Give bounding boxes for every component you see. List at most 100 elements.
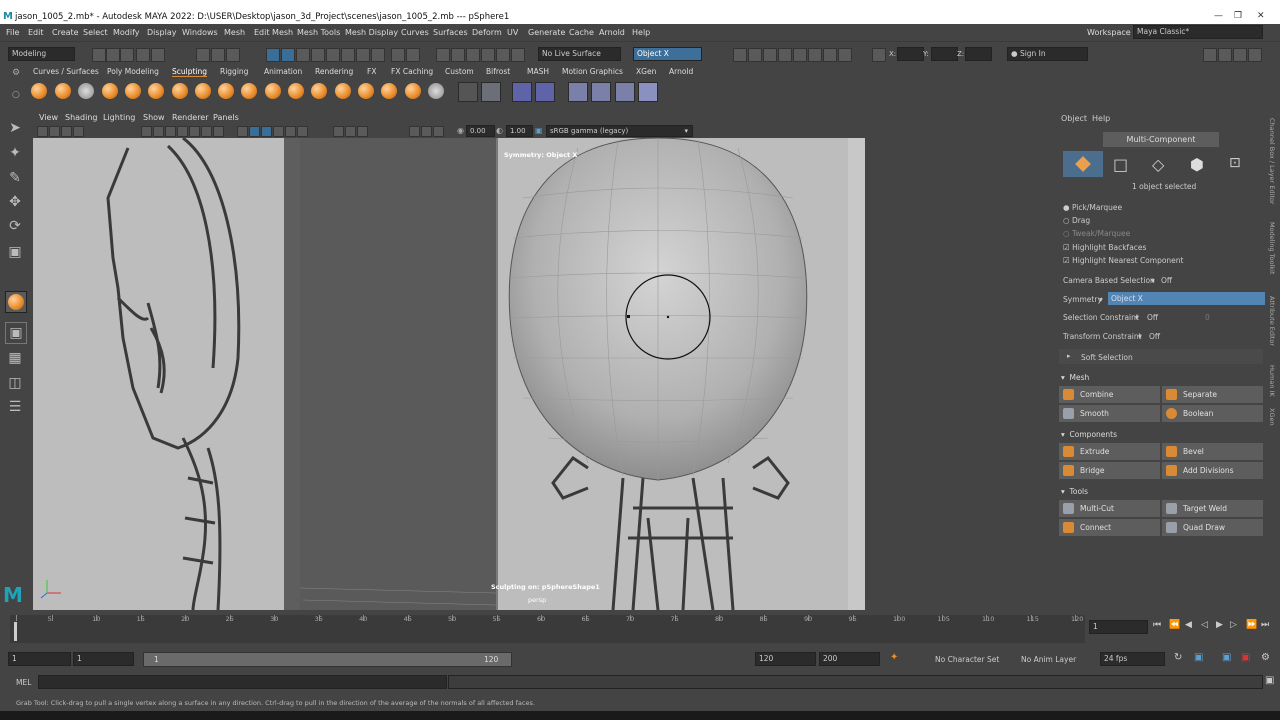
menu-display[interactable]: Display <box>147 28 177 37</box>
end-time-field[interactable]: 200 <box>819 652 880 666</box>
gate-mask-icon[interactable] <box>177 126 188 137</box>
drag-option[interactable]: ○ Drag <box>1063 216 1090 225</box>
restore-button[interactable]: ❐ <box>1234 11 1242 21</box>
grid-toggle-icon[interactable] <box>141 126 152 137</box>
exposure-field[interactable]: 0.00 <box>466 125 495 137</box>
menu-windows[interactable]: Windows <box>182 28 218 37</box>
render-view-icon[interactable] <box>733 48 747 62</box>
highlight-icon[interactable] <box>406 48 420 62</box>
mt-menu-object[interactable]: Object <box>1061 114 1087 123</box>
wireframe-on-shaded-icon[interactable] <box>261 126 272 137</box>
wireframe-icon[interactable] <box>237 126 248 137</box>
close-button[interactable]: ✕ <box>1257 11 1265 21</box>
freeze-tool-icon[interactable] <box>428 83 444 99</box>
ambient-occlusion-icon[interactable] <box>333 126 344 137</box>
stamp-icon[interactable] <box>638 82 658 102</box>
symmetry-value-field[interactable]: Object X <box>1108 292 1266 305</box>
symmetry-dropdown[interactable]: Object X <box>633 47 702 61</box>
combine-button[interactable]: Combine <box>1059 386 1160 403</box>
selection-constraint-value[interactable]: Off <box>1147 313 1158 322</box>
shelf-tab-sculpting[interactable]: Sculpting <box>172 67 208 77</box>
add-divisions-button[interactable]: Add Divisions <box>1162 462 1263 479</box>
uv-mode-icon[interactable]: ⊡ <box>1229 155 1241 171</box>
convert-to-frozen-icon[interactable] <box>458 82 478 102</box>
lock-icon[interactable] <box>391 48 405 62</box>
symmetry-dropdown-icon[interactable]: ▾ <box>1099 295 1103 304</box>
xray-icon[interactable] <box>421 126 432 137</box>
shelf-tab-rendering[interactable]: Rendering <box>315 67 353 76</box>
new-scene-icon[interactable] <box>92 48 106 62</box>
select-uv-icon[interactable] <box>311 48 325 62</box>
boolean-button[interactable]: Boolean <box>1162 405 1263 422</box>
color-management-icon[interactable]: ▣ <box>535 126 543 135</box>
select-surface-icon[interactable] <box>356 48 370 62</box>
menu-mesh-tools[interactable]: Mesh Tools <box>297 28 340 37</box>
play-backward-icon[interactable]: ◁ <box>1201 620 1208 630</box>
shelf-tab-bifrost[interactable]: Bifrost <box>486 67 510 76</box>
bookmark-icon[interactable] <box>61 126 72 137</box>
vp-menu-view[interactable]: View <box>39 113 58 122</box>
color-space-dropdown[interactable]: sRGB gamma (legacy) ▾ <box>546 125 693 137</box>
vp-menu-panels[interactable]: Panels <box>213 113 239 122</box>
tool-settings-icon[interactable] <box>1233 48 1247 62</box>
shelf-tab-custom[interactable]: Custom <box>445 67 474 76</box>
safe-action-icon[interactable] <box>201 126 212 137</box>
lasso-tool-icon[interactable]: ✦ <box>5 143 25 163</box>
hypershade-icon[interactable] <box>793 48 807 62</box>
shelf-tab-motion-graphics[interactable]: Motion Graphics <box>562 67 623 76</box>
select-object-icon[interactable] <box>211 48 225 62</box>
transform-constraint-value[interactable]: Off <box>1149 332 1160 341</box>
paint-weights-icon[interactable] <box>568 82 588 102</box>
viewport-persp[interactable]: Symmetry: Object X Sculpting on: pSphere… <box>33 138 1050 610</box>
image-plane-icon[interactable] <box>73 126 84 137</box>
sound-icon[interactable]: ▣ <box>1194 652 1203 663</box>
shelf-tab-fx[interactable]: FX <box>367 67 376 76</box>
attribute-editor-icon[interactable] <box>1218 48 1232 62</box>
minimize-button[interactable]: — <box>1214 11 1223 21</box>
tools-section-header[interactable]: ▾ Tools <box>1061 487 1088 496</box>
snap-grid-icon[interactable] <box>436 48 450 62</box>
y-field[interactable] <box>931 47 958 61</box>
mode-dropdown[interactable]: Modeling <box>8 47 75 61</box>
mask-icon[interactable] <box>481 82 501 102</box>
transform-input-icon[interactable] <box>872 48 886 62</box>
camera-based-dropdown-icon[interactable]: ▾ <box>1151 276 1155 285</box>
shelf-tab-xgen[interactable]: XGen <box>636 67 656 76</box>
pause-icon[interactable] <box>838 48 852 62</box>
rotate-tool-icon[interactable]: ⟳ <box>5 216 25 236</box>
playback-end-field[interactable]: 120 <box>755 652 816 666</box>
sign-in-dropdown[interactable]: ● Sign In <box>1007 47 1088 61</box>
amplify-tool-icon[interactable] <box>405 83 421 99</box>
multi-component-button[interactable]: Multi-Component <box>1103 132 1219 147</box>
face-mode-icon[interactable]: ⬢ <box>1190 155 1204 174</box>
fps-dropdown[interactable]: 24 fps <box>1100 652 1165 666</box>
soft-selection-header[interactable]: ▸ Soft Selection <box>1059 349 1263 364</box>
menu-mesh[interactable]: Mesh <box>224 28 245 37</box>
textured-icon[interactable] <box>273 126 284 137</box>
vertex-mode-icon[interactable]: □ <box>1113 155 1128 174</box>
shelf-tab-poly-modeling[interactable]: Poly Modeling <box>107 67 159 76</box>
redo-icon[interactable] <box>151 48 165 62</box>
current-time-marker[interactable] <box>14 622 17 641</box>
components-section-header[interactable]: ▾ Components <box>1061 430 1117 439</box>
bulge-tool-icon[interactable] <box>381 83 397 99</box>
texture-deformer-icon[interactable] <box>615 82 635 102</box>
loop-icon[interactable]: ↻ <box>1174 652 1182 663</box>
side-tab-attribute-editor[interactable]: Attribute Editor <box>1268 296 1276 346</box>
repeat-tool-icon[interactable] <box>218 83 234 99</box>
vp-menu-renderer[interactable]: Renderer <box>172 113 209 122</box>
time-slider-track[interactable]: 1510152025303540455055606570758085909510… <box>10 615 1085 643</box>
live-surface-dropdown[interactable]: No Live Surface <box>538 47 621 61</box>
film-gate-icon[interactable] <box>153 126 164 137</box>
play-forward-icon[interactable]: ▶ <box>1216 620 1223 630</box>
menu-cache[interactable]: Cache <box>569 28 594 37</box>
camera-based-value[interactable]: Off <box>1161 276 1172 285</box>
menu-file[interactable]: File <box>6 28 19 37</box>
script-editor-icon[interactable]: ▣ <box>1265 675 1274 686</box>
step-forward-key-icon[interactable]: ⏩ <box>1246 620 1257 630</box>
shelf-tab-animation[interactable]: Animation <box>264 67 302 76</box>
menu-deform[interactable]: Deform <box>472 28 502 37</box>
multi-cut-button[interactable]: Multi-Cut <box>1059 500 1160 517</box>
character-set-dropdown[interactable]: No Character Set <box>935 655 999 664</box>
gamma-field[interactable]: 1.00 <box>506 125 533 137</box>
